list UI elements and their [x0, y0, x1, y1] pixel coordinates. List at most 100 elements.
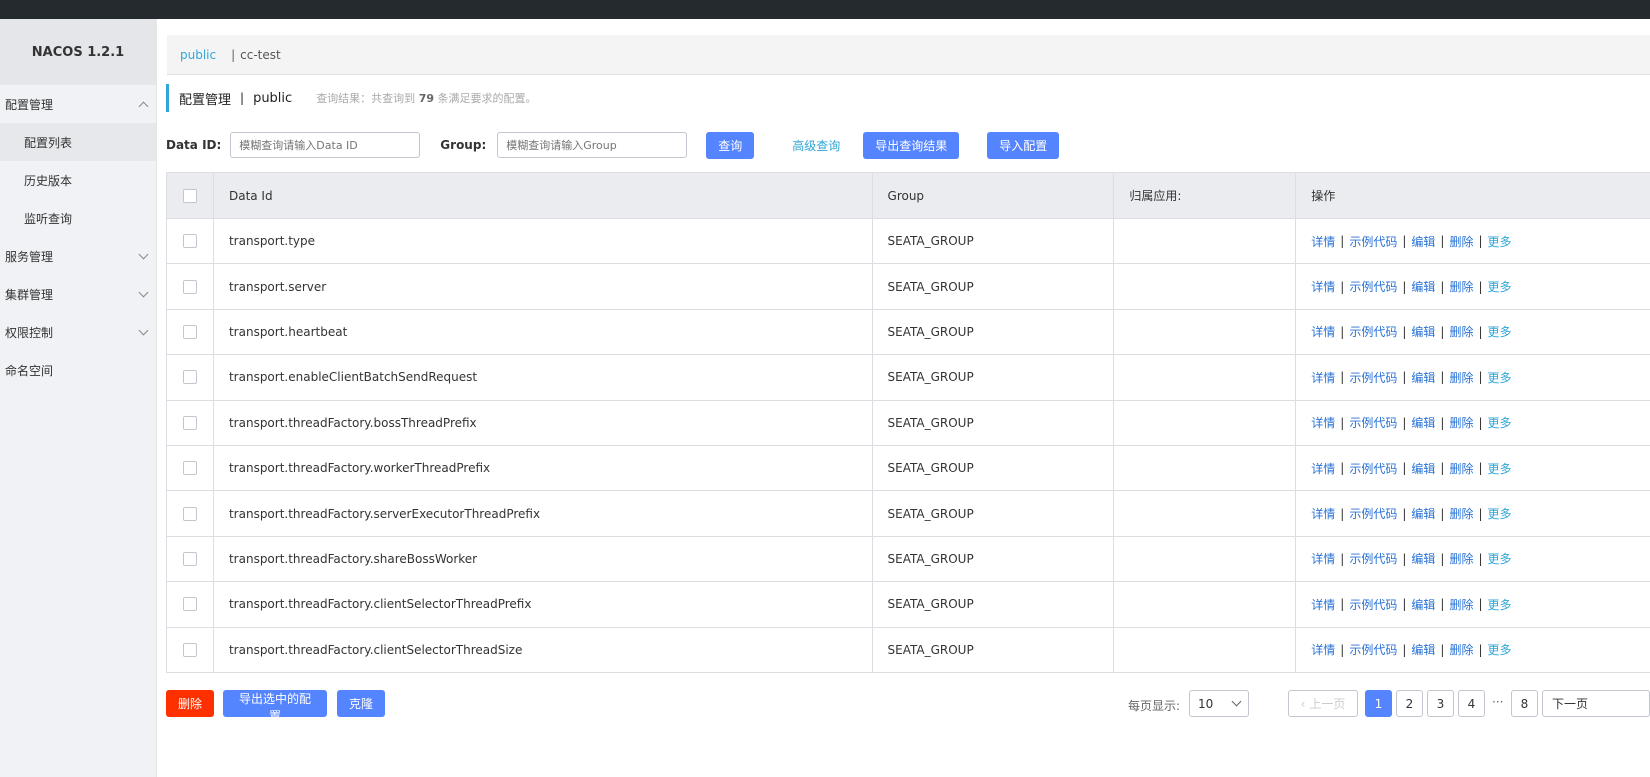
select-all-checkbox[interactable] [182, 188, 197, 203]
action-sample-code-link[interactable]: 示例代码 [1349, 369, 1397, 386]
action-detail-link[interactable]: 详情 [1311, 550, 1335, 567]
action-more-link[interactable]: 更多 [1488, 460, 1512, 477]
export-results-button[interactable]: 导出查询结果 [863, 131, 960, 159]
page-size-select[interactable]: 10 [1189, 690, 1249, 717]
action-detail-link[interactable]: 详情 [1311, 323, 1335, 340]
action-more-link[interactable]: 更多 [1488, 369, 1512, 386]
action-sample-code-link[interactable]: 示例代码 [1349, 641, 1397, 658]
row-checkbox[interactable] [182, 506, 197, 521]
action-more-link[interactable]: 更多 [1488, 278, 1512, 295]
action-sample-code-link[interactable]: 示例代码 [1349, 414, 1397, 431]
action-sample-code-link[interactable]: 示例代码 [1349, 278, 1397, 295]
row-checkbox[interactable] [182, 279, 197, 294]
row-checkbox[interactable] [182, 551, 197, 566]
table-row: transport.threadFactory.clientSelectorTh… [167, 627, 1650, 673]
group-input[interactable] [497, 132, 688, 158]
action-delete-link[interactable]: 删除 [1449, 369, 1473, 386]
action-edit-link[interactable]: 编辑 [1411, 323, 1435, 340]
action-delete-link[interactable]: 删除 [1449, 460, 1473, 477]
action-detail-link[interactable]: 详情 [1311, 460, 1335, 477]
page-button-last[interactable]: 8 [1511, 690, 1538, 717]
page-button-2[interactable]: 2 [1396, 690, 1423, 717]
action-detail-link[interactable]: 详情 [1311, 596, 1335, 613]
row-checkbox[interactable] [182, 234, 197, 249]
action-separator: | [1478, 551, 1483, 566]
query-button[interactable]: 查询 [706, 131, 755, 159]
export-selected-button[interactable]: 导出选中的配置 [223, 690, 327, 723]
chevron-down-icon [138, 325, 149, 335]
action-edit-link[interactable]: 编辑 [1411, 550, 1435, 567]
action-edit-link[interactable]: 编辑 [1411, 460, 1435, 477]
sidebar-group-service[interactable]: 服务管理 [0, 237, 156, 275]
page-button-3[interactable]: 3 [1427, 690, 1454, 717]
action-detail-link[interactable]: 详情 [1311, 641, 1335, 658]
sidebar-group-config[interactable]: 配置管理 [0, 85, 156, 123]
table-row: transport.heartbeat SEATA_GROUP 详情 | 示例代码 | 编辑… [167, 309, 1650, 356]
sidebar-item-config-list[interactable]: 配置列表 [0, 123, 156, 161]
action-detail-link[interactable]: 详情 [1311, 278, 1335, 295]
delete-selected-button[interactable]: 删除 [166, 690, 214, 717]
action-separator: | [1402, 415, 1407, 430]
table-row: transport.threadFactory.serverExecutorTh… [167, 491, 1650, 537]
action-sample-code-link[interactable]: 示例代码 [1349, 550, 1397, 567]
sidebar-group-cluster[interactable]: 集群管理 [0, 275, 156, 313]
action-delete-link[interactable]: 删除 [1449, 233, 1473, 250]
action-more-link[interactable]: 更多 [1488, 323, 1512, 340]
row-checkbox[interactable] [182, 370, 197, 385]
action-separator: | [1402, 642, 1407, 657]
cell-app [1114, 309, 1297, 355]
row-checkbox[interactable] [182, 324, 197, 339]
action-more-link[interactable]: 更多 [1488, 596, 1512, 613]
action-more-link[interactable]: 更多 [1488, 233, 1512, 250]
sidebar-item-listener-query[interactable]: 监听查询 [0, 199, 156, 237]
sidebar-item-history[interactable]: 历史版本 [0, 161, 156, 199]
next-page-button[interactable]: 下一页 [1542, 690, 1650, 717]
sidebar-item-namespace[interactable]: 命名空间 [0, 351, 156, 389]
action-delete-link[interactable]: 删除 [1449, 641, 1473, 658]
action-more-link[interactable]: 更多 [1488, 414, 1512, 431]
namespace-cc-test[interactable]: cc-test [240, 48, 281, 62]
clone-button[interactable]: 克隆 [337, 690, 385, 717]
row-checkbox[interactable] [182, 597, 197, 612]
action-more-link[interactable]: 更多 [1488, 550, 1512, 567]
action-edit-link[interactable]: 编辑 [1411, 233, 1435, 250]
action-detail-link[interactable]: 详情 [1311, 414, 1335, 431]
action-edit-link[interactable]: 编辑 [1411, 278, 1435, 295]
page-button-1[interactable]: 1 [1365, 690, 1392, 717]
action-delete-link[interactable]: 删除 [1449, 505, 1473, 522]
row-checkbox[interactable] [182, 415, 197, 430]
action-sample-code-link[interactable]: 示例代码 [1349, 596, 1397, 613]
action-sample-code-link[interactable]: 示例代码 [1349, 233, 1397, 250]
import-config-button[interactable]: 导入配置 [987, 131, 1060, 159]
action-delete-link[interactable]: 删除 [1449, 550, 1473, 567]
action-sample-code-link[interactable]: 示例代码 [1349, 505, 1397, 522]
action-separator: | [1340, 597, 1345, 612]
action-edit-link[interactable]: 编辑 [1411, 641, 1435, 658]
cell-group: SEATA_GROUP [873, 264, 1115, 309]
action-sample-code-link[interactable]: 示例代码 [1349, 323, 1397, 340]
page-title-namespace: public [253, 90, 293, 106]
action-edit-link[interactable]: 编辑 [1411, 369, 1435, 386]
action-more-link[interactable]: 更多 [1488, 505, 1512, 522]
row-checkbox[interactable] [182, 461, 197, 476]
row-checkbox[interactable] [182, 642, 197, 657]
action-detail-link[interactable]: 详情 [1311, 233, 1335, 250]
action-edit-link[interactable]: 编辑 [1411, 596, 1435, 613]
action-edit-link[interactable]: 编辑 [1411, 414, 1435, 431]
action-delete-link[interactable]: 删除 [1449, 596, 1473, 613]
action-delete-link[interactable]: 删除 [1449, 323, 1473, 340]
action-delete-link[interactable]: 删除 [1449, 278, 1473, 295]
prev-page-button[interactable]: ‹ 上一页 [1288, 690, 1358, 717]
action-edit-link[interactable]: 编辑 [1411, 505, 1435, 522]
action-delete-link[interactable]: 删除 [1449, 414, 1473, 431]
page-button-4[interactable]: 4 [1458, 690, 1485, 717]
data-id-input[interactable] [230, 132, 421, 158]
action-more-link[interactable]: 更多 [1488, 641, 1512, 658]
action-detail-link[interactable]: 详情 [1311, 505, 1335, 522]
action-detail-link[interactable]: 详情 [1311, 369, 1335, 386]
namespace-public[interactable]: public [180, 48, 216, 62]
sidebar-group-permission[interactable]: 权限控制 [0, 313, 156, 351]
advanced-query-link[interactable]: 高级查询 [792, 137, 840, 154]
brand-logo[interactable]: NACOS 1.2.1 [0, 19, 156, 85]
action-sample-code-link[interactable]: 示例代码 [1349, 460, 1397, 477]
